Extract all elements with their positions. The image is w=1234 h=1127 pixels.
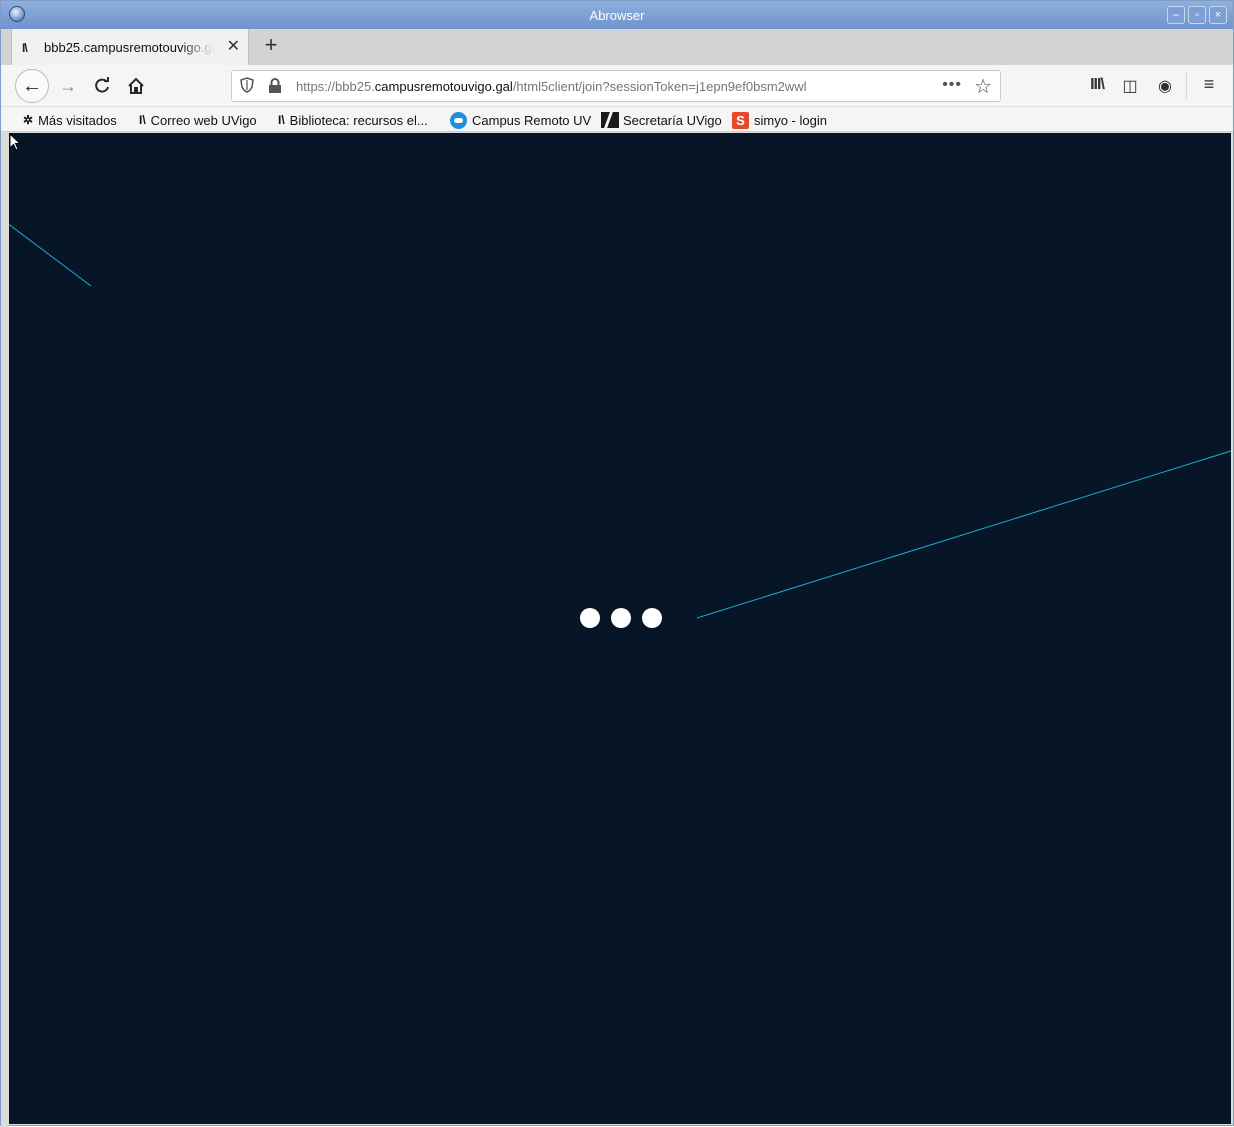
toolbar-divider <box>1186 73 1187 99</box>
loading-dot <box>642 608 662 628</box>
navigation-toolbar: ← → https://bbb25.campusremotouvigo.gal/… <box>1 65 1233 107</box>
bookmark-mas-visitados[interactable]: ✲ Más visitados <box>23 111 117 129</box>
forward-button[interactable]: → <box>53 71 83 101</box>
url-prefix: https://bbb25. <box>296 79 375 94</box>
title-bar[interactable]: Abrowser – ▫ × <box>1 1 1233 29</box>
url-path: /html5client/join?sessionToken=j1epn9ef0… <box>512 79 807 94</box>
browser-window: Abrowser – ▫ × I\ bbb25.campusremotouvig… <box>0 0 1234 1127</box>
minimize-button[interactable]: – <box>1167 6 1185 24</box>
uvigo-logo-icon: I\ <box>278 113 285 127</box>
bookmark-secretaria[interactable]: Secretaría UVigo <box>601 111 722 129</box>
window-controls: – ▫ × <box>1167 6 1227 24</box>
accent-line <box>696 450 1231 619</box>
window-left-edge <box>1 132 9 1127</box>
bookmarks-toolbar: ✲ Más visitados I\ Correo web UVigo I\ B… <box>1 107 1233 132</box>
mouse-cursor-icon <box>9 133 22 151</box>
bookmark-campus-remoto[interactable]: Campus Remoto UV <box>450 111 591 129</box>
tab-close-icon[interactable]: ✕ <box>227 36 240 56</box>
bookmark-star-icon[interactable]: ☆ <box>974 74 992 99</box>
loading-dot <box>611 608 631 628</box>
tab-strip: I\ bbb25.campusremotouvigo.gal ✕ + <box>1 29 1233 65</box>
bookmark-biblioteca[interactable]: I\ Biblioteca: recursos el... <box>278 111 428 129</box>
maximize-button[interactable]: ▫ <box>1188 6 1206 24</box>
url-text[interactable]: https://bbb25.campusremotouvigo.gal/html… <box>296 79 807 94</box>
new-tab-button[interactable]: + <box>259 32 283 58</box>
decorative-lines <box>9 223 1231 619</box>
lock-icon[interactable] <box>268 78 282 94</box>
url-bar[interactable]: https://bbb25.campusremotouvigo.gal/html… <box>231 70 1001 102</box>
hamburger-menu-icon[interactable]: ≡ <box>1198 74 1220 95</box>
gear-icon: ✲ <box>23 113 34 127</box>
reload-icon <box>95 77 109 93</box>
bookmark-label: Secretaría UVigo <box>623 112 722 128</box>
library-icon[interactable]: III\ <box>1086 76 1108 94</box>
loading-indicator <box>580 608 662 628</box>
bookmark-label: Biblioteca: recursos el... <box>289 112 428 128</box>
tab-campusremoto[interactable]: I\ bbb25.campusremotouvigo.gal ✕ <box>11 29 249 65</box>
account-icon[interactable]: ◉ <box>1154 76 1176 96</box>
bookmark-label: simyo - login <box>754 112 827 128</box>
home-icon <box>128 77 144 94</box>
bookmark-label: Más visitados <box>38 112 117 128</box>
bookmark-label: Correo web UVigo <box>150 112 257 128</box>
loading-dot <box>580 608 600 628</box>
secretaria-icon <box>601 112 619 128</box>
page-actions-icon[interactable]: ••• <box>942 76 962 94</box>
home-button[interactable] <box>121 71 151 101</box>
simyo-icon: S <box>732 111 749 129</box>
bookmark-label: Campus Remoto UV <box>472 112 592 128</box>
bookmark-simyo[interactable]: S simyo - login <box>732 111 827 129</box>
reload-button[interactable] <box>87 71 117 101</box>
window-title: Abrowser <box>589 8 645 23</box>
page-content[interactable] <box>9 133 1231 1124</box>
campus-remoto-icon <box>450 111 467 129</box>
bookmark-correo-web[interactable]: I\ Correo web UVigo <box>139 111 257 129</box>
uvigo-logo-icon: I\ <box>22 41 28 55</box>
url-host: campusremotouvigo.gal <box>374 79 513 94</box>
tab-title: bbb25.campusremotouvigo.gal <box>44 40 214 55</box>
sidebar-icon[interactable]: ◫ <box>1119 76 1141 96</box>
tracking-protection-shield-icon[interactable] <box>240 77 254 96</box>
close-window-button[interactable]: × <box>1209 6 1227 24</box>
accent-line <box>9 223 92 287</box>
uvigo-logo-icon: I\ <box>139 113 146 127</box>
back-button[interactable]: ← <box>15 69 49 103</box>
